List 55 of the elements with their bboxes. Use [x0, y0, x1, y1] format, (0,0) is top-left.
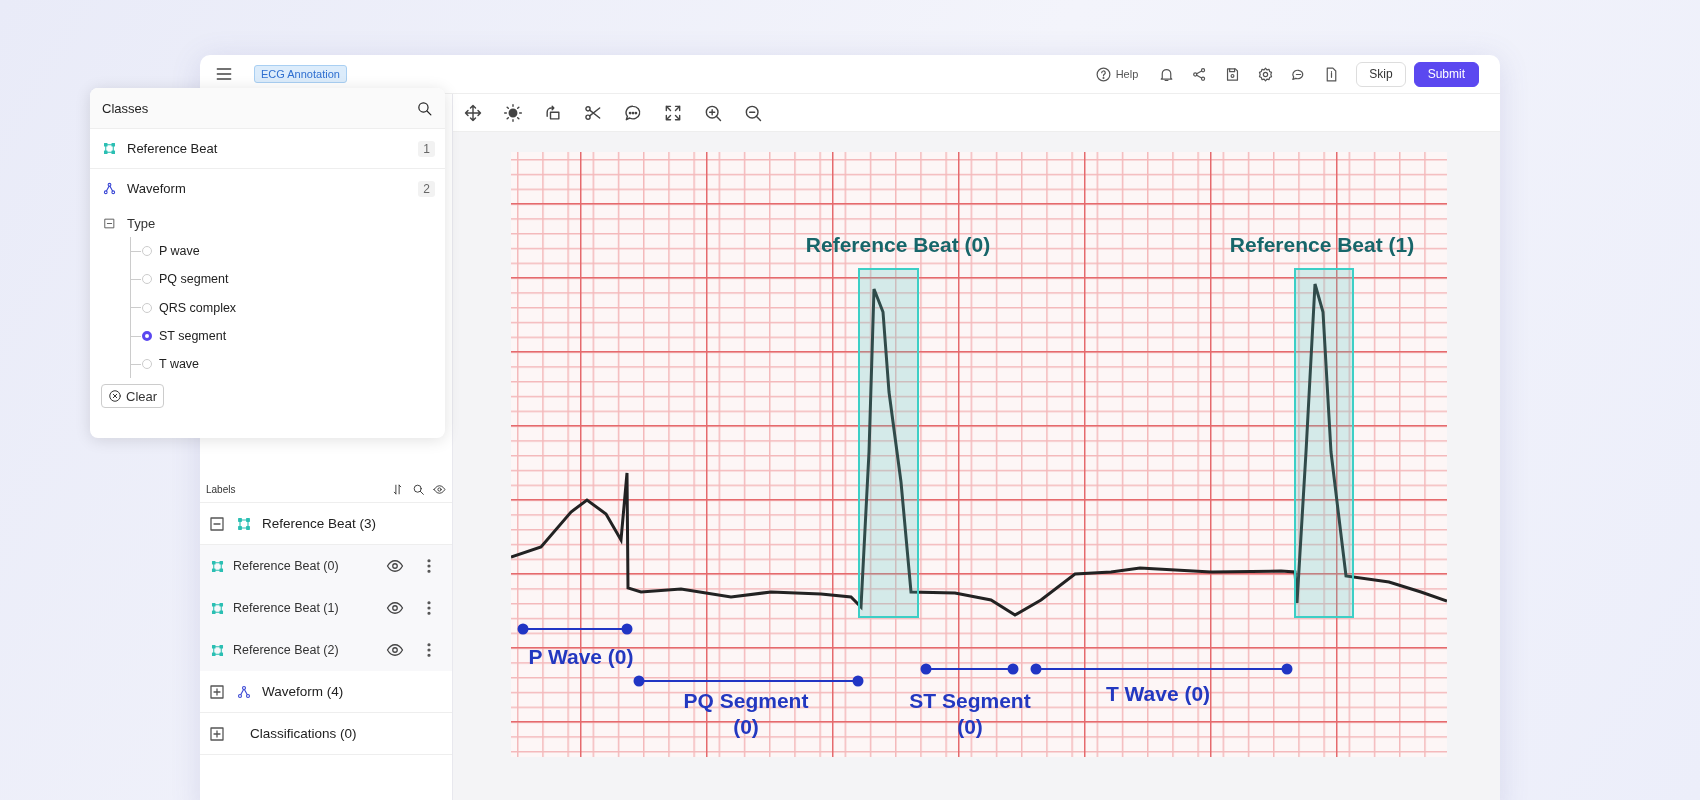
- option-label[interactable]: PQ segment: [159, 272, 229, 287]
- settings-icon[interactable]: [1257, 65, 1275, 83]
- collapse-icon[interactable]: [103, 217, 116, 230]
- attribute-name: Type: [127, 216, 156, 231]
- bounding-box[interactable]: [858, 268, 919, 618]
- polyline-icon: [102, 181, 117, 196]
- panel-title: Labels: [206, 483, 236, 495]
- class-name[interactable]: Waveform: [127, 181, 186, 196]
- label-item-name[interactable]: Reference Beat (0): [233, 559, 339, 573]
- class-count: 2: [418, 180, 435, 197]
- search-icon[interactable]: [416, 99, 433, 117]
- label-item-name[interactable]: Reference Beat (2): [233, 643, 339, 657]
- segment-line[interactable]: [1030, 663, 1293, 675]
- brightness-icon[interactable]: [503, 102, 523, 123]
- clear-icon: [108, 389, 122, 404]
- bounding-box-icon: [210, 558, 225, 574]
- move-icon[interactable]: [463, 102, 483, 123]
- segment-line[interactable]: [633, 675, 864, 687]
- bounding-box-icon: [102, 141, 117, 156]
- project-title-badge: ECG Annotation: [254, 65, 347, 83]
- label-group-name[interactable]: Waveform (4): [262, 684, 344, 699]
- bounding-box-icon: [210, 642, 225, 658]
- help-icon[interactable]: [1094, 65, 1112, 83]
- eye-icon[interactable]: [386, 599, 404, 617]
- expand-icon[interactable]: [208, 682, 226, 701]
- label-group-name[interactable]: Classifications (0): [250, 726, 357, 741]
- option-label[interactable]: P wave: [159, 244, 200, 259]
- segment-line[interactable]: [920, 663, 1019, 675]
- annotation-label: T Wave (0): [1105, 681, 1211, 707]
- option-label[interactable]: ST segment: [159, 329, 227, 344]
- option-label[interactable]: T wave: [159, 357, 200, 372]
- option-label[interactable]: QRS complex: [159, 300, 237, 315]
- panel-title: Classes: [102, 100, 149, 116]
- bounding-box-icon: [236, 515, 252, 532]
- bounding-box-icon: [210, 600, 225, 616]
- sort-icon[interactable]: [391, 482, 404, 496]
- submit-button[interactable]: Submit: [1413, 61, 1479, 87]
- search-icon[interactable]: [412, 482, 425, 496]
- segment-line[interactable]: [517, 623, 633, 635]
- radio-button[interactable]: [142, 331, 152, 342]
- eye-icon[interactable]: [386, 557, 404, 575]
- bounding-box[interactable]: [1294, 268, 1354, 618]
- label-group-name[interactable]: Reference Beat (3): [262, 516, 377, 531]
- skip-button[interactable]: Skip: [1356, 61, 1406, 87]
- eye-icon[interactable]: [386, 641, 404, 659]
- annotation-label: Reference Beat (1): [1229, 232, 1415, 258]
- expand-icon[interactable]: [208, 724, 226, 743]
- class-count: 1: [418, 140, 435, 157]
- collapse-icon[interactable]: [208, 514, 226, 533]
- help-link[interactable]: Help: [1115, 68, 1139, 80]
- eye-icon[interactable]: [433, 482, 446, 496]
- label-item-name[interactable]: Reference Beat (1): [233, 601, 339, 615]
- polyline-icon: [236, 683, 252, 700]
- clear-button[interactable]: Clear: [101, 384, 165, 409]
- class-name[interactable]: Reference Beat: [127, 141, 218, 156]
